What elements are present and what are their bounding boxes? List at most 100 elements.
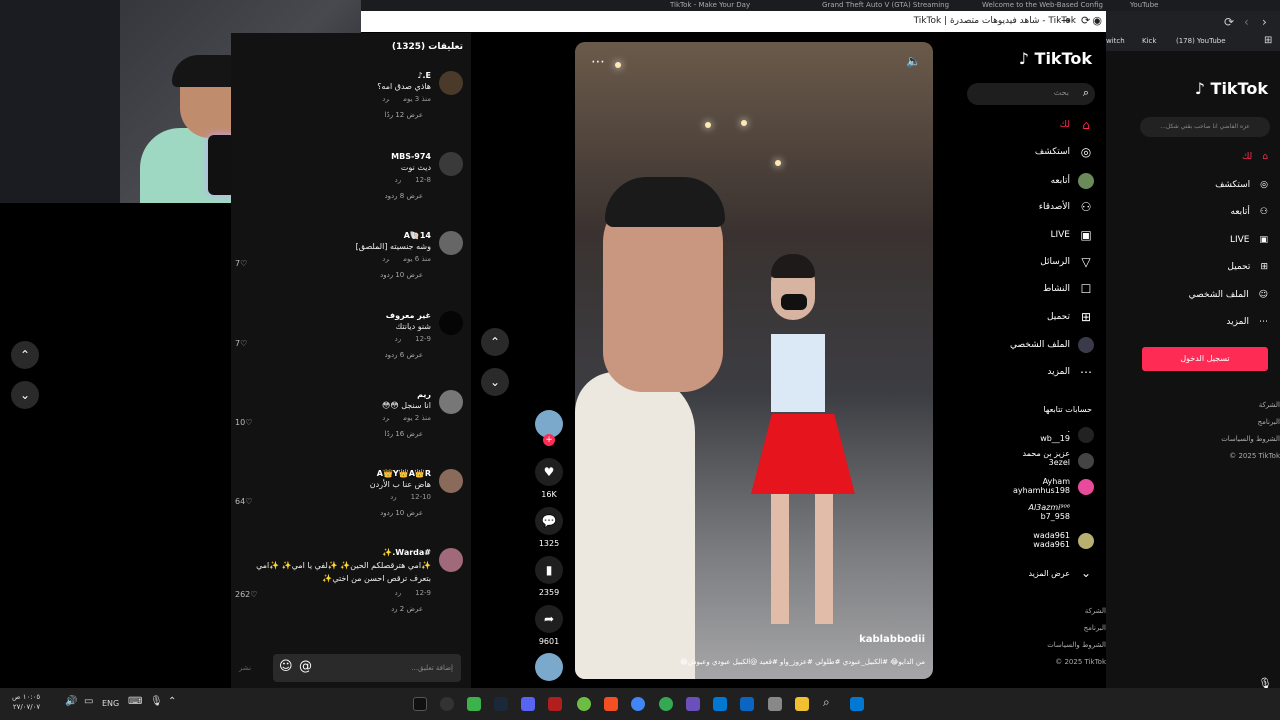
footer-company[interactable]: الشركة <box>1047 603 1106 620</box>
nav-messages[interactable]: الرسائل ▽ <box>1040 255 1094 269</box>
bg-nav-foryou[interactable]: لك ⌂ <box>1242 152 1268 162</box>
follow-plus-icon[interactable]: + <box>543 434 555 446</box>
bg-nav-explore[interactable]: استكشف ◎ <box>1215 180 1268 190</box>
bg-nav-following[interactable]: أتابعه ⚇ <box>1231 207 1269 217</box>
mic-icon[interactable]: 🎙 <box>150 696 163 707</box>
chevron-up-icon[interactable]: ⌃ <box>168 696 176 707</box>
view-replies[interactable]: عرض 2 رد <box>235 605 423 613</box>
volume-icon[interactable]: 🔈 <box>906 54 921 68</box>
video-player[interactable]: ⋯ 🔈 kablabbodii من الدايو😂 #الكبيل_عبودي… <box>575 42 933 679</box>
comment-user[interactable]: MBS-974 <box>235 152 431 161</box>
tab-config[interactable]: Welcome to the Web-Based Config <box>982 1 1103 9</box>
nav-profile[interactable]: الملف الشخصي <box>1010 337 1094 353</box>
scroll-up-button[interactable]: ⌃ <box>11 341 39 369</box>
discord-icon[interactable] <box>521 697 535 711</box>
bg-nav-more[interactable]: المزيد ⋯ <box>1226 317 1268 327</box>
nav-upload[interactable]: تحميل ⊞ <box>1047 310 1094 324</box>
view-replies[interactable]: عرض 10 ردود <box>235 509 423 517</box>
comment-button[interactable]: 💬 1325 <box>534 507 564 548</box>
comment-user[interactable]: غير معروف <box>235 311 431 320</box>
following-item[interactable]: Ayham ayhamhus198 <box>964 477 1094 503</box>
play-app-icon[interactable] <box>467 697 481 711</box>
mention-icon[interactable]: @ <box>299 659 312 674</box>
next-video-button[interactable]: ⌄ <box>481 368 509 396</box>
bookmark-icon[interactable]: ▮ <box>535 556 563 584</box>
store-icon[interactable] <box>740 697 754 711</box>
obs-icon[interactable] <box>440 697 454 711</box>
reply-button[interactable]: رد <box>395 589 402 597</box>
avatar[interactable] <box>439 311 463 335</box>
tab-gta[interactable]: Grand Theft Auto V (GTA) Streaming <box>822 1 949 9</box>
back-icon[interactable]: ‹ <box>1244 15 1249 29</box>
bg-nav-upload[interactable]: تحميل ⊞ <box>1227 262 1268 272</box>
view-replies[interactable]: عرض 16 ردًا <box>235 430 423 438</box>
rockstar-icon[interactable] <box>548 697 562 711</box>
avatar[interactable] <box>439 71 463 95</box>
brave-icon[interactable] <box>604 697 618 711</box>
start-icon[interactable] <box>850 697 864 711</box>
nav-friends[interactable]: الأصدقاء ⚇ <box>1039 200 1094 214</box>
reply-button[interactable]: رد <box>382 414 389 422</box>
login-button[interactable]: تسجيل الدخول <box>1142 347 1268 371</box>
tab-youtube[interactable]: YouTube <box>1130 1 1158 9</box>
bg-footer-company[interactable]: الشركة <box>1221 397 1280 414</box>
avatar[interactable] <box>439 390 463 414</box>
folder-icon[interactable] <box>795 697 809 711</box>
reload-icon[interactable]: ⟳ <box>1224 15 1234 29</box>
show-more-button[interactable]: عرض المزيد ⌄ <box>1028 566 1094 580</box>
forward-arrow-icon[interactable]: → <box>1061 14 1070 27</box>
comment-like[interactable]: 64♡ <box>235 497 252 506</box>
comment-user[interactable]: A🐚14 <box>235 231 431 240</box>
share-icon[interactable]: ➦ <box>535 605 563 633</box>
comment-like[interactable]: 7♡ <box>235 259 247 268</box>
emoji-icon[interactable]: ☺ <box>279 659 293 674</box>
reply-button[interactable]: رد <box>382 95 389 103</box>
post-button[interactable]: نشر <box>239 664 251 672</box>
avatar[interactable] <box>439 231 463 255</box>
search-input[interactable]: بحث ⌕ <box>967 83 1095 105</box>
following-item[interactable]: Al3azmi⁹⁰⁶ b7_958 <box>964 503 1094 531</box>
tab-tiktok[interactable]: TikTok - Make Your Day <box>670 1 750 9</box>
language-indicator[interactable]: ENG <box>102 699 119 708</box>
share-button[interactable]: ➦ 9601 <box>534 605 564 646</box>
steam-icon[interactable] <box>494 697 508 711</box>
sound-avatar[interactable] <box>534 653 564 685</box>
xbox-icon[interactable] <box>577 697 591 711</box>
reply-button[interactable]: رد <box>395 176 402 184</box>
forward-icon[interactable]: › <box>1262 15 1267 29</box>
bg-footer-terms[interactable]: الشروط والسياسات <box>1221 431 1280 448</box>
comment-like[interactable]: 7♡ <box>235 339 247 348</box>
chrome-icon-2[interactable] <box>659 697 673 711</box>
nav-live[interactable]: LIVE ▣ <box>1050 228 1094 242</box>
chrome-icon[interactable] <box>631 697 645 711</box>
comment-user[interactable]: E.♪ <box>235 71 431 80</box>
view-replies[interactable]: عرض 6 ردود <box>235 351 423 359</box>
avatar[interactable] <box>439 152 463 176</box>
reply-button[interactable]: رد <box>382 255 389 263</box>
comment-icon[interactable]: 💬 <box>535 507 563 535</box>
search-icon[interactable]: ⌕ <box>823 695 830 710</box>
app-icon[interactable] <box>686 697 700 711</box>
bg-footer-program[interactable]: البرنامج <box>1221 414 1280 431</box>
avatar[interactable] <box>439 469 463 493</box>
volume-icon[interactable]: 🔊 <box>65 696 77 707</box>
scroll-down-button[interactable]: ⌄ <box>11 381 39 409</box>
comment-like[interactable]: 10♡ <box>235 418 252 427</box>
following-item[interactable]: . wb__19 <box>964 425 1094 449</box>
clock[interactable]: ١٠:٠٥ ص ٢٧/٠٧/٠٧ <box>12 692 40 712</box>
tiktok-logo[interactable]: ♪ TikTok <box>1019 49 1092 68</box>
reply-button[interactable]: رد <box>390 493 397 501</box>
battery-icon[interactable]: ▭ <box>84 696 93 707</box>
nav-for-you[interactable]: لك ⌂ <box>1060 118 1094 132</box>
bg-nav-live[interactable]: LIVE ▣ <box>1230 235 1268 245</box>
view-replies[interactable]: عرض 8 ردود <box>235 192 423 200</box>
view-replies[interactable]: عرض 10 ردود <box>235 271 423 279</box>
tiktok-app-icon[interactable] <box>413 697 427 711</box>
footer-terms[interactable]: الشروط والسياسات <box>1047 637 1106 654</box>
comment-user[interactable]: #Warda.✨ <box>235 548 431 557</box>
comment-like[interactable]: 262♡ <box>235 590 257 599</box>
nav-more[interactable]: المزيد ⋯ <box>1047 365 1094 379</box>
video-username[interactable]: kablabbodii <box>859 634 925 645</box>
heart-icon[interactable]: ♥ <box>535 458 563 486</box>
nav-following[interactable]: أتابعه <box>1051 173 1094 189</box>
